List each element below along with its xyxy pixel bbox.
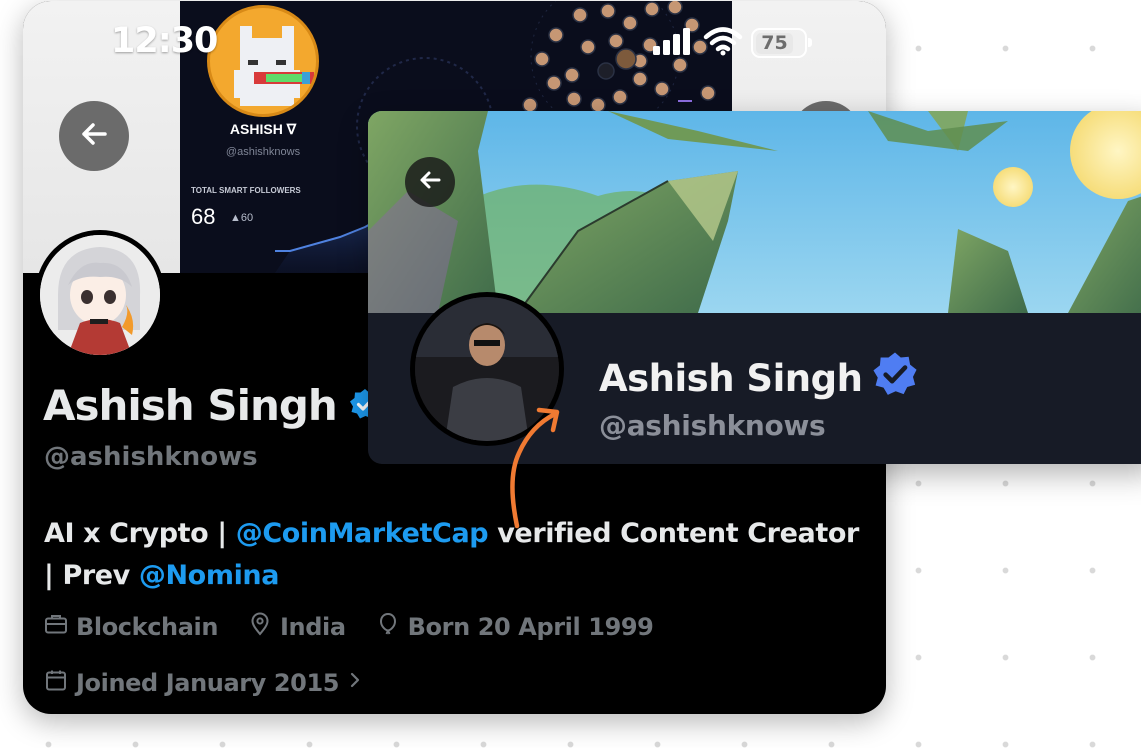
card-name: Ashish Singh xyxy=(599,351,918,406)
verified-badge-icon xyxy=(872,351,918,406)
balloon-icon xyxy=(376,612,400,642)
card-banner-image xyxy=(368,111,1141,314)
embedded-stat-value: 68 xyxy=(191,204,216,229)
back-arrow-icon xyxy=(79,119,109,153)
card-handle: @ashishknows xyxy=(599,409,826,442)
mention-nomina-link[interactable]: @Nomina xyxy=(139,560,280,591)
card-back-button[interactable] xyxy=(405,157,455,207)
profile-avatar[interactable] xyxy=(35,230,165,360)
profile-preview-card: Ashish Singh @ashishknows xyxy=(368,111,1141,464)
meta-joined-text: Joined January 2015 xyxy=(76,669,340,697)
embedded-handle: @ashishknows xyxy=(225,146,301,158)
bio-text-1: AI x Crypto | xyxy=(44,518,236,549)
embedded-stat-label: TOTAL SMART FOLLOWERS xyxy=(191,186,301,195)
location-pin-icon xyxy=(248,612,272,642)
meta-joined[interactable]: Joined January 2015 xyxy=(44,668,363,698)
battery-icon: 75 xyxy=(751,28,812,58)
chevron-right-icon xyxy=(347,669,363,697)
embedded-stat-delta: ▲60 xyxy=(230,212,254,224)
status-time: 12:30 xyxy=(111,21,218,61)
status-bar: 12:30 75 xyxy=(23,1,886,81)
meta-location: India xyxy=(248,612,346,642)
profile-meta: Blockchain India Born 20 April 1999 xyxy=(44,612,654,642)
status-icons: 75 xyxy=(651,25,812,61)
meta-category: Blockchain xyxy=(44,612,218,642)
meta-category-text: Blockchain xyxy=(76,613,219,641)
curved-arrow-icon xyxy=(510,407,560,529)
back-arrow-icon xyxy=(418,168,442,196)
wifi-icon xyxy=(703,26,743,60)
meta-birthday-text: Born 20 April 1999 xyxy=(407,613,654,641)
briefcase-icon xyxy=(44,612,68,642)
calendar-icon xyxy=(44,668,68,698)
profile-bio: AI x Crypto | @CoinMarketCap verified Co… xyxy=(44,513,874,597)
signal-icon xyxy=(651,26,695,60)
profile-name: Ashish Singh xyxy=(43,381,381,430)
battery-level: 75 xyxy=(756,32,793,54)
card-name-text: Ashish Singh xyxy=(599,357,863,400)
profile-name-text: Ashish Singh xyxy=(43,381,338,430)
back-button[interactable] xyxy=(59,101,129,171)
embedded-name: ASHISH ∇ xyxy=(229,121,297,137)
mention-coinmarketcap-link[interactable]: @CoinMarketCap xyxy=(236,518,489,549)
profile-handle: @ashishknows xyxy=(44,442,258,472)
meta-birthday: Born 20 April 1999 xyxy=(376,612,654,642)
meta-location-text: India xyxy=(280,613,346,641)
